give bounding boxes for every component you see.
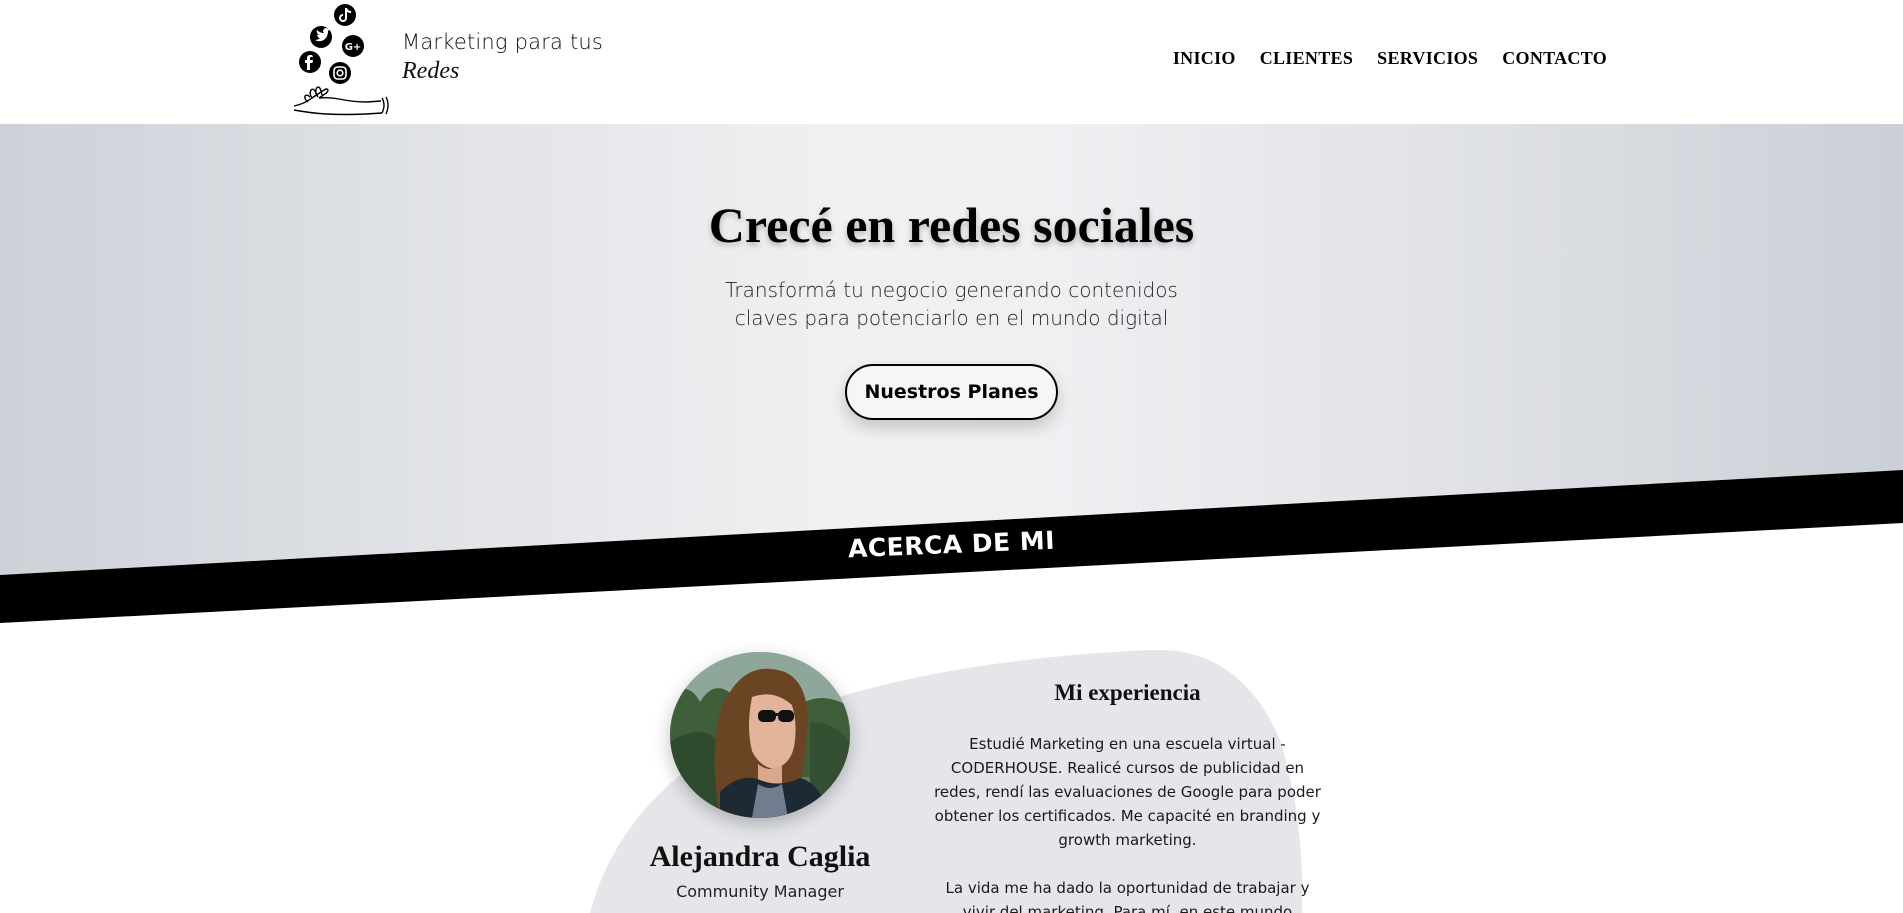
hand-icon [293,86,389,116]
twitter-icon [310,26,332,48]
person-name: Alejandra Caglia [649,840,871,873]
hero-subtitle: Transformá tu negocio generando contenid… [0,276,1903,332]
hero-subtitle-line-1: Transformá tu negocio generando contenid… [725,278,1178,302]
nuestros-planes-button[interactable]: Nuestros Planes [845,364,1058,420]
tiktok-icon [334,4,356,26]
nav-contacto[interactable]: CONTACTO [1502,48,1607,69]
hero-title: Crecé en redes sociales [708,197,1195,253]
facebook-icon [299,51,321,73]
nav-clientes[interactable]: CLIENTES [1260,48,1353,69]
site-header: G+ Marketing para tus Redes INICIO CLIEN… [0,0,1903,124]
logo-title: Marketing para tus [402,30,604,54]
main-nav: INICIO CLIENTES SERVICIOS CONTACTO [1173,48,1607,69]
logo-icon[interactable]: G+ [290,2,392,120]
google-plus-icon: G+ [342,35,364,57]
instagram-icon [329,62,351,84]
profile-photo [670,652,850,818]
person-role: Community Manager [676,882,844,901]
hero-subtitle-line-2: claves para potenciarlo en el mundo digi… [734,306,1169,330]
experience-paragraph-1: Estudié Marketing en una escuela virtual… [934,735,1321,849]
experience-text: Estudié Marketing en una escuela virtual… [930,732,1325,913]
avatar [670,652,850,818]
nav-inicio[interactable]: INICIO [1173,48,1236,69]
nav-servicios[interactable]: SERVICIOS [1377,48,1478,69]
experience-paragraph-2: La vida me ha dado la oportunidad de tra… [945,879,1310,913]
experience-title: Mi experiencia [1054,680,1201,705]
logo-subtitle: Redes [402,58,460,84]
svg-text:G+: G+ [345,42,362,53]
logo-text[interactable]: Marketing para tus Redes [402,30,603,85]
